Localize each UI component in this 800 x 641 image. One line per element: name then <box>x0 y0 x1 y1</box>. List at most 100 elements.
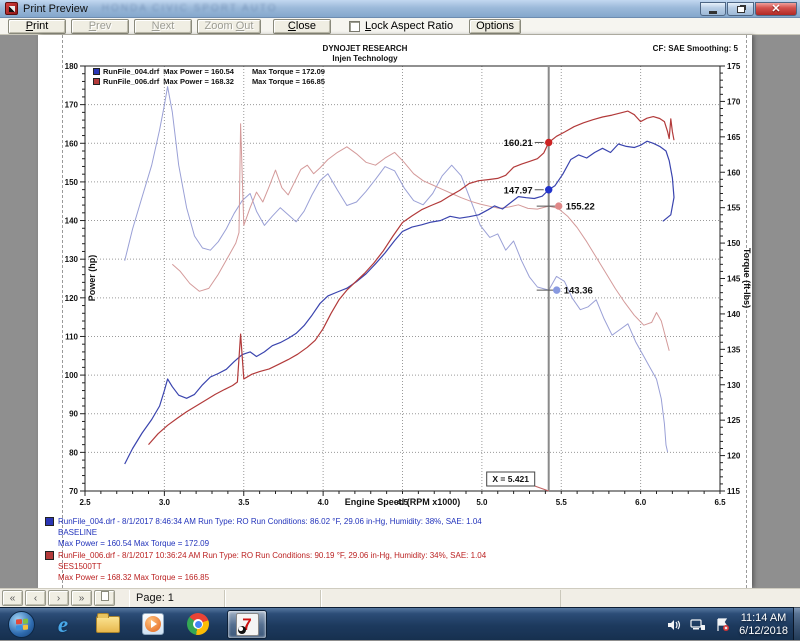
system-tray: 11:14 AM 6/12/2018 <box>667 608 792 641</box>
last-page-button[interactable]: » <box>71 590 92 606</box>
run-swatch-red <box>45 551 54 560</box>
run-swatch-blue <box>45 517 54 526</box>
run2-conditions: RunFile_006.drf - 8/1/2017 10:36:24 AM R… <box>58 550 486 561</box>
restore-button[interactable] <box>727 2 754 16</box>
winpep-icon: 7 <box>236 613 259 636</box>
internet-explorer-icon: e <box>58 613 68 636</box>
y-left-tick-label: 70 <box>69 487 78 496</box>
windows-flag-icon <box>16 618 28 630</box>
y-left-tick-label: 160 <box>65 139 79 148</box>
folder-icon <box>96 616 120 633</box>
run1-name: BASELINE <box>58 527 482 538</box>
y-left-tick-label: 150 <box>65 178 79 187</box>
y-left-tick-label: 100 <box>65 371 79 380</box>
window-title-smudge: HONDA CIVIC SPORT AUTO <box>102 3 278 14</box>
run-info-red: RunFile_006.drf - 8/1/2017 10:36:24 AM R… <box>45 550 486 583</box>
page-number-status: Page: 1 <box>129 590 225 607</box>
x-axis-label: Engine Speed (RPM x1000) <box>85 497 720 507</box>
curve-runfile_006-power <box>149 111 675 445</box>
y-right-tick-label: 160 <box>727 168 741 177</box>
minimize-button[interactable] <box>700 2 726 16</box>
y-axis-label-power: Power (hp) <box>87 238 97 318</box>
taskbar-winpep-active[interactable]: 7 <box>227 610 267 639</box>
curve-runfile_004-torque <box>125 87 668 452</box>
marker-label: 160.21 <box>504 138 534 149</box>
y-right-tick-label: 155 <box>727 204 741 213</box>
network-icon[interactable] <box>690 618 706 632</box>
taskbar-media-player[interactable] <box>136 610 170 639</box>
taskbar-clock[interactable]: 11:14 AM 6/12/2018 <box>739 612 788 638</box>
cursor-readout-label: X = 5.421 <box>492 474 529 484</box>
y-left-tick-label: 80 <box>69 448 78 457</box>
close-preview-button[interactable]: Close <box>273 19 331 34</box>
y-right-tick-label: 135 <box>727 345 741 354</box>
print-preview-toolbar: Print Prev Next Zoom Out Close Lock Aspe… <box>0 18 800 35</box>
page-setup-button[interactable] <box>94 590 115 606</box>
lock-aspect-checkbox[interactable] <box>349 21 360 32</box>
y-right-tick-label: 115 <box>727 487 740 496</box>
show-desktop-button[interactable] <box>793 607 800 640</box>
y-right-tick-label: 170 <box>727 97 741 106</box>
marker-label: 147.97 <box>504 185 533 196</box>
status-cell-empty-2 <box>321 590 561 607</box>
y-axis-label-torque: Torque (ft-lbs) <box>742 233 752 323</box>
prev-page-button[interactable]: ‹ <box>25 590 46 606</box>
volume-icon[interactable] <box>667 618 681 632</box>
marker-dot <box>546 187 552 193</box>
y-left-tick-label: 90 <box>69 410 78 419</box>
next-page-button[interactable]: › <box>48 590 69 606</box>
taskbar-file-explorer[interactable] <box>91 610 125 639</box>
first-page-button[interactable]: « <box>2 590 23 606</box>
media-player-icon <box>142 613 164 635</box>
curve-runfile_006-torque <box>172 124 669 351</box>
y-right-tick-label: 125 <box>727 416 741 425</box>
preview-statusbar: « ‹ › » Page: 1 <box>0 588 800 607</box>
y-left-tick-label: 110 <box>65 332 78 341</box>
marker-dot <box>554 287 560 293</box>
y-left-tick-label: 170 <box>65 101 79 110</box>
status-cell-empty-1 <box>225 590 321 607</box>
window-titlebar: Print Preview HONDA CIVIC SPORT AUTO ✕ <box>0 0 800 18</box>
windows-taskbar: e 7 11:14 AM 6/12/2018 <box>0 607 800 640</box>
marker-label: 155.22 <box>566 202 595 213</box>
window-title: Print Preview <box>23 3 88 15</box>
run1-conditions: RunFile_004.drf - 8/1/2017 8:46:34 AM Ru… <box>58 516 482 527</box>
y-right-tick-label: 165 <box>727 133 741 142</box>
marker-dot <box>546 139 552 145</box>
start-button[interactable] <box>8 611 35 638</box>
y-right-tick-label: 145 <box>727 275 741 284</box>
y-right-tick-label: 140 <box>727 310 741 319</box>
run2-maxvalues: Max Power = 168.32 Max Torque = 166.85 <box>58 572 486 583</box>
y-right-tick-label: 150 <box>727 239 741 248</box>
run1-maxvalues: Max Power = 160.54 Max Torque = 172.09 <box>58 538 482 549</box>
print-preview-surface: DYNOJET RESEARCH Injen Technology CF: SA… <box>0 35 800 588</box>
options-button[interactable]: Options <box>469 19 521 34</box>
cursor-box-leader <box>535 486 549 491</box>
run-info-blue: RunFile_004.drf - 8/1/2017 8:46:34 AM Ru… <box>45 516 482 549</box>
action-center-flag-icon[interactable] <box>715 618 730 632</box>
taskbar-chrome[interactable] <box>181 610 215 639</box>
close-window-button[interactable]: ✕ <box>755 2 797 16</box>
y-right-tick-label: 120 <box>727 452 741 461</box>
taskbar-internet-explorer[interactable]: e <box>46 610 80 639</box>
app-icon <box>5 2 18 15</box>
run2-name: SES1500TT <box>58 561 486 572</box>
marker-label: 143.36 <box>564 286 593 297</box>
marker-dot <box>556 203 562 209</box>
y-right-tick-label: 175 <box>727 62 741 71</box>
y-left-tick-label: 120 <box>65 294 79 303</box>
clock-date: 6/12/2018 <box>739 625 788 638</box>
prev-button[interactable]: Prev <box>71 19 129 34</box>
y-left-tick-label: 180 <box>65 62 79 71</box>
print-button[interactable]: Print <box>8 19 66 34</box>
zoom-out-button[interactable]: Zoom Out <box>197 19 261 34</box>
next-button[interactable]: Next <box>134 19 192 34</box>
close-icon: ✕ <box>771 4 780 15</box>
page-icon <box>101 591 109 601</box>
lock-aspect-label: Lock Aspect Ratio <box>365 20 453 32</box>
window-controls: ✕ <box>699 2 797 16</box>
y-left-tick-label: 130 <box>65 255 79 264</box>
chrome-icon <box>187 613 209 635</box>
y-left-tick-label: 140 <box>65 217 79 226</box>
clock-time: 11:14 AM <box>739 612 788 625</box>
